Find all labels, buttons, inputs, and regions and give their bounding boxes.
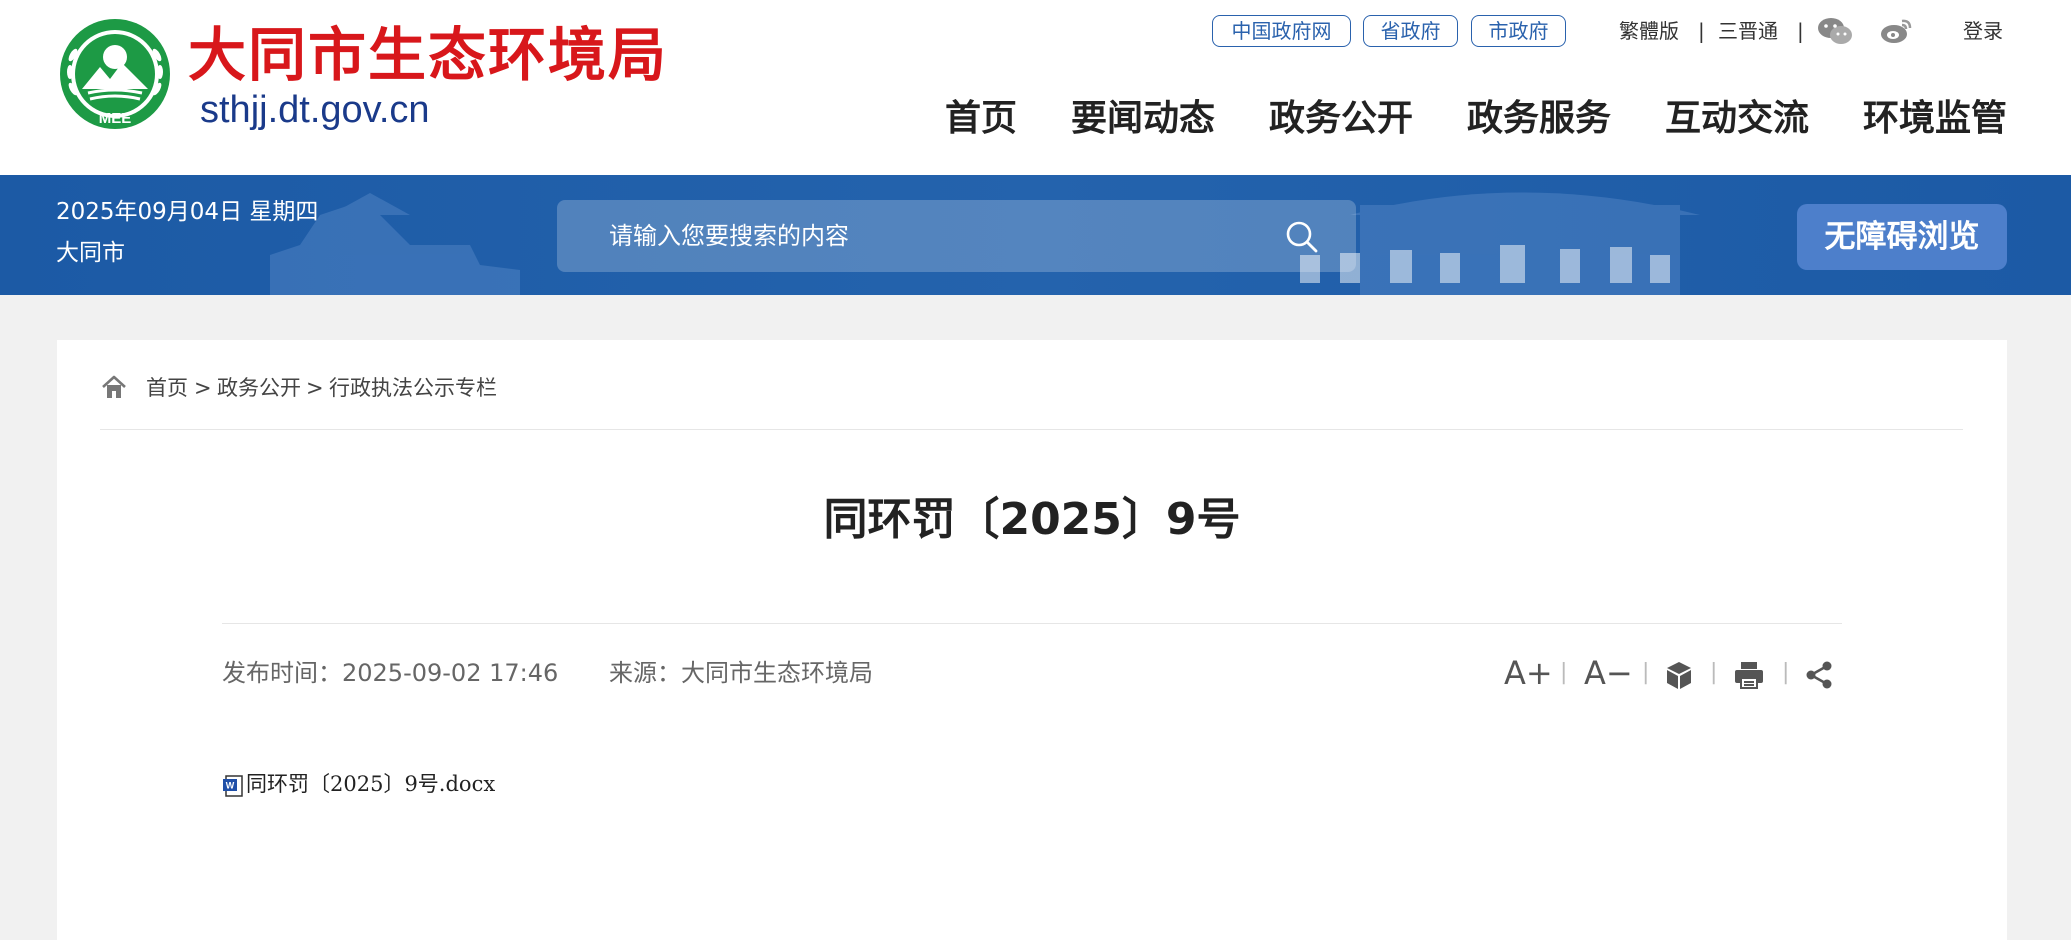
wechat-icon[interactable] [1817,17,1853,54]
gov-link-china[interactable]: 中国政府网 [1212,15,1351,47]
font-decrease-button[interactable]: A− [1584,653,1633,693]
site-domain: sthjj.dt.gov.cn [200,89,430,131]
cube-icon[interactable] [1664,659,1694,699]
print-icon[interactable] [1733,659,1765,699]
site-header: MEE 大同市生态环境局 sthjj.dt.gov.cn 中国政府网 省政府 市… [0,0,2071,175]
top-banner: 2025年09月04日 星期四 大同市 无障碍浏览 [0,175,2071,295]
search-box [557,200,1356,272]
tool-separator: | [1642,660,1650,685]
current-date: 2025年09月04日 星期四 [56,199,319,225]
word-document-icon: W [223,775,243,797]
login-link[interactable]: 登录 [1963,15,2003,47]
search-input[interactable] [597,200,1301,272]
share-icon[interactable] [1804,659,1834,699]
traditional-chinese-link[interactable]: 繁體版 [1619,15,1679,47]
tool-separator: | [1710,660,1718,685]
emblem-text: MEE [99,110,132,127]
breadcrumb-home[interactable]: 首页 [146,370,188,406]
breadcrumb-separator: > [306,376,324,400]
font-increase-button[interactable]: A+ [1504,653,1553,693]
article-title: 同环罚〔2025〕9号 [823,494,1241,545]
attachment-filename[interactable]: 同环罚〔2025〕9号.docx [246,768,495,800]
breadcrumb-separator: > [194,376,212,400]
article-card: 首页 > 政务公开 > 行政执法公示专栏 同环罚〔2025〕9号 发布时间：20… [57,340,2007,940]
publish-time: 发布时间：2025-09-02 17:46 [222,659,559,687]
svg-text:W: W [226,781,235,791]
gov-link-city[interactable]: 市政府 [1471,15,1566,47]
separator: | [1797,19,1804,43]
search-icon[interactable] [1285,220,1319,254]
site-title[interactable]: 大同市生态环境局 [188,18,668,92]
current-city: 大同市 [56,240,125,266]
sanjin-link[interactable]: 三晋通 [1718,15,1778,47]
mee-emblem-icon[interactable]: MEE [58,17,172,131]
tool-separator: | [1560,660,1568,685]
nav-item-home[interactable]: 首页 [945,90,1017,148]
nav-item-env-supervision[interactable]: 环境监管 [1863,90,2007,148]
home-icon[interactable] [100,373,128,401]
nav-item-interaction[interactable]: 互动交流 [1665,90,1809,148]
nav-item-gov-services[interactable]: 政务服务 [1467,90,1611,148]
nav-item-news[interactable]: 要闻动态 [1071,90,1215,148]
separator: | [1698,19,1705,43]
weibo-icon[interactable] [1880,17,1914,54]
divider [222,623,1842,624]
gov-link-province[interactable]: 省政府 [1363,15,1458,47]
article-source: 来源：大同市生态环境局 [609,659,873,687]
divider [100,429,1963,430]
nav-item-gov-affairs[interactable]: 政务公开 [1269,90,1413,148]
accessibility-button[interactable]: 无障碍浏览 [1797,204,2007,270]
tool-separator: | [1782,660,1790,685]
breadcrumb-enforcement-column[interactable]: 行政执法公示专栏 [329,370,497,406]
breadcrumb-gov-affairs[interactable]: 政务公开 [217,370,301,406]
